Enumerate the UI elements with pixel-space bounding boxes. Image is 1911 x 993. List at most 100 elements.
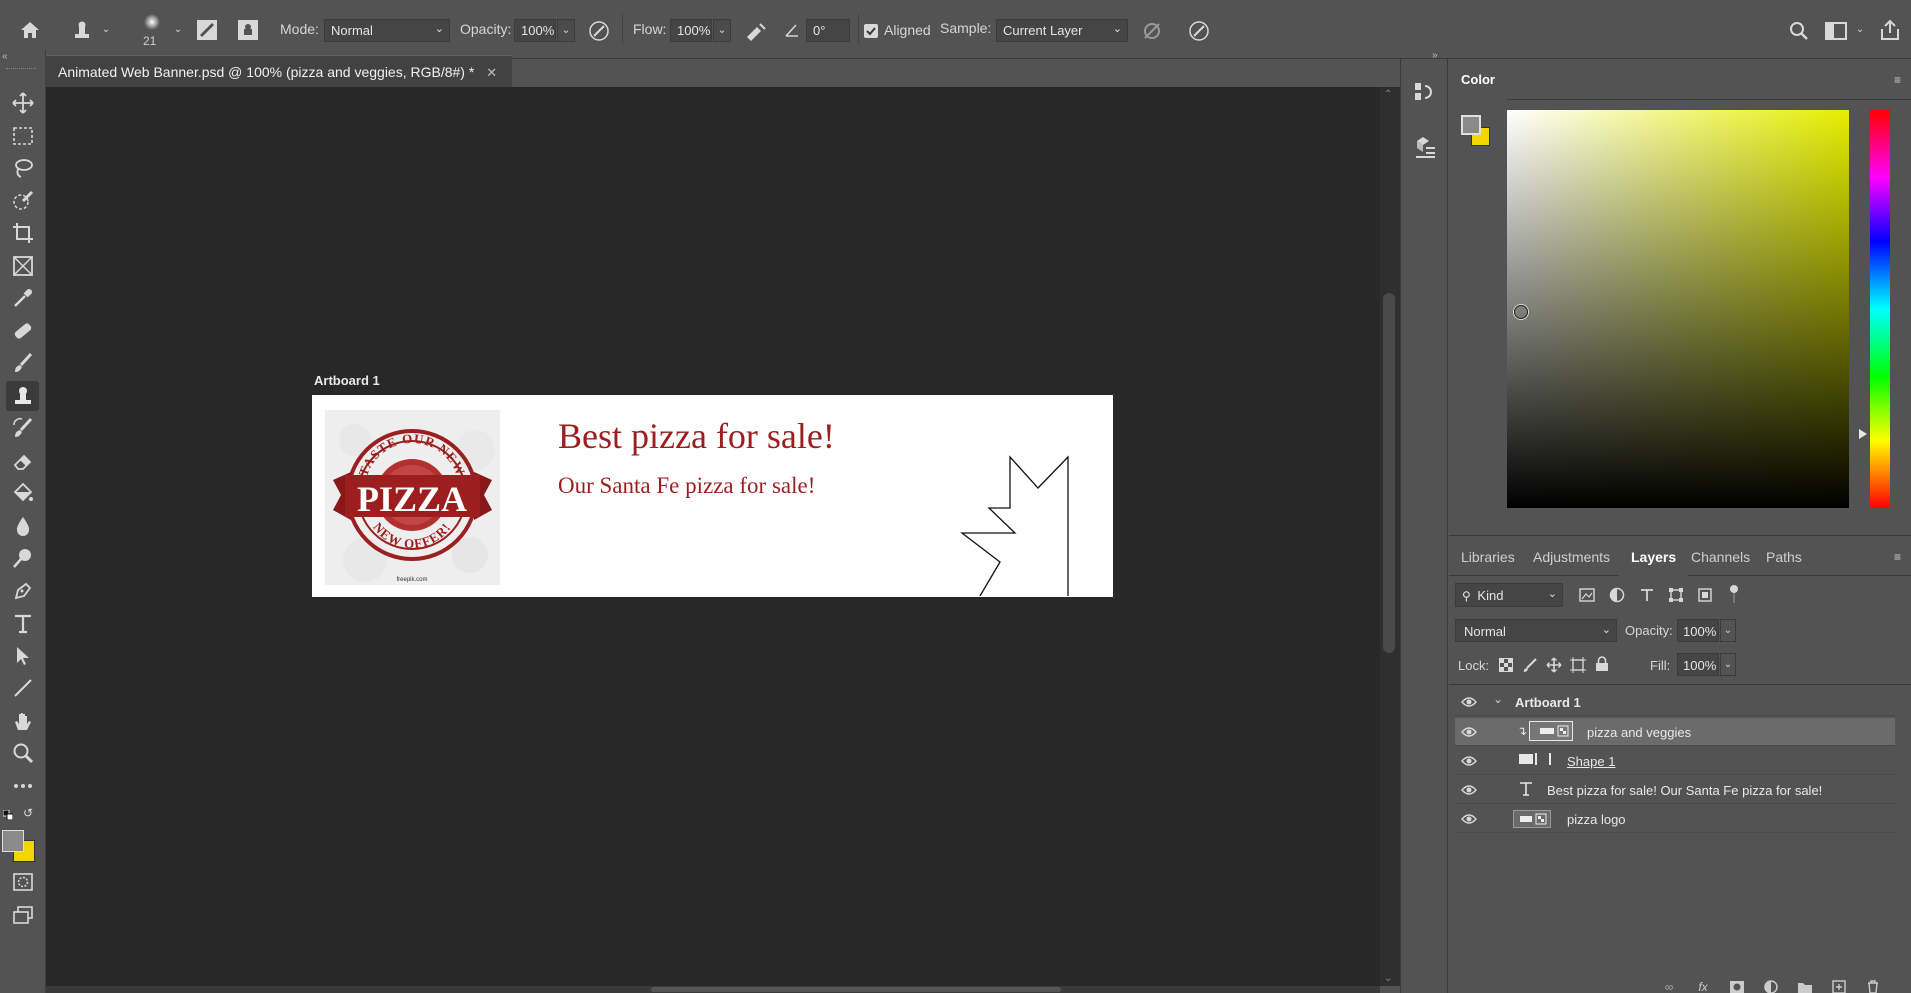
lock-position-icon[interactable] <box>1545 656 1563 674</box>
artboard-label[interactable]: Artboard 1 <box>314 373 380 388</box>
eye-icon[interactable] <box>1461 813 1477 828</box>
new-layer-icon[interactable] <box>1830 979 1848 993</box>
banner-subline[interactable]: Our Santa Fe pizza for sale! <box>558 473 815 499</box>
foreground-color-swatch[interactable] <box>1461 115 1481 135</box>
brush-tool-icon[interactable] <box>6 348 39 378</box>
filter-smart-object-icon[interactable] <box>1695 586 1715 604</box>
mode-select[interactable]: Normal ⌄ <box>324 19 450 42</box>
airbrush-icon[interactable] <box>742 18 770 44</box>
new-adjustment-layer-icon[interactable] <box>1762 979 1780 993</box>
eraser-tool-icon[interactable] <box>6 446 39 476</box>
color-field[interactable] <box>1507 110 1849 508</box>
clone-stamp-tool-icon[interactable] <box>6 381 39 411</box>
home-icon[interactable] <box>16 16 44 44</box>
fill-dropdown[interactable]: ⌄ <box>1720 653 1736 676</box>
vertical-scroll-thumb[interactable] <box>1383 293 1395 653</box>
tab-libraries[interactable]: Libraries <box>1449 536 1527 577</box>
layer-row-shape-1[interactable]: Shape 1 <box>1455 747 1895 775</box>
marquee-tool-icon[interactable] <box>6 121 39 151</box>
layers-panel-menu-icon[interactable]: ≡ <box>1894 550 1901 564</box>
collapse-toolbar-icon[interactable]: « <box>2 51 8 62</box>
move-tool-icon[interactable] <box>6 88 39 118</box>
layer-row-artboard[interactable]: ⌄ Artboard 1 <box>1455 688 1895 716</box>
eye-icon[interactable] <box>1461 784 1477 799</box>
layer-filter-select[interactable]: ⚲ Kind ⌄ <box>1455 583 1563 607</box>
color-panel-menu-icon[interactable]: ≡ <box>1894 73 1901 87</box>
tab-channels[interactable]: Channels <box>1679 536 1762 577</box>
quick-mask-icon[interactable] <box>6 867 39 897</box>
delete-layer-icon[interactable] <box>1864 979 1882 993</box>
screen-mode-icon[interactable] <box>6 900 39 930</box>
chevron-down-icon[interactable]: ⌄ <box>1493 692 1503 706</box>
eye-icon[interactable] <box>1461 696 1477 711</box>
type-tool-icon[interactable] <box>6 608 39 638</box>
opacity-input[interactable]: 100% <box>514 19 556 42</box>
layer-row-pizza-and-veggies[interactable]: ↴ pizza and veggies <box>1455 718 1895 746</box>
lock-pixels-icon[interactable] <box>1521 656 1539 674</box>
frame-tool-icon[interactable] <box>6 251 39 281</box>
zoom-tool-icon[interactable] <box>6 738 39 768</box>
filter-pixel-icon[interactable] <box>1577 586 1597 604</box>
blend-mode-select[interactable]: Normal ⌄ <box>1455 619 1617 642</box>
swap-colors-icon[interactable]: ↺ <box>23 806 33 820</box>
eye-icon[interactable] <box>1461 755 1477 770</box>
add-mask-icon[interactable] <box>1728 980 1746 993</box>
clone-source-icon[interactable] <box>235 18 261 42</box>
toolbar-grip[interactable] <box>6 68 36 70</box>
scroll-down-icon[interactable]: ⌄ <box>1384 973 1392 984</box>
pressure-size-icon[interactable] <box>1186 18 1212 44</box>
new-group-icon[interactable] <box>1796 980 1814 993</box>
lock-transparency-icon[interactable] <box>1497 656 1515 674</box>
collapse-panels-icon[interactable]: » <box>1432 50 1438 61</box>
shape-1-outline[interactable] <box>960 452 1115 598</box>
path-selection-tool-icon[interactable] <box>6 641 39 671</box>
healing-brush-tool-icon[interactable] <box>6 316 39 346</box>
tab-layers[interactable]: Layers <box>1619 536 1689 577</box>
chevron-down-icon[interactable]: ⌄ <box>1854 22 1866 36</box>
crop-tool-icon[interactable] <box>6 218 39 248</box>
lasso-tool-icon[interactable] <box>6 153 39 183</box>
pen-tool-icon[interactable] <box>6 576 39 606</box>
foreground-color-swatch[interactable] <box>2 830 24 852</box>
filter-type-icon[interactable] <box>1637 586 1657 604</box>
layer-row-pizza-logo[interactable]: pizza logo <box>1455 805 1895 833</box>
flow-input[interactable]: 100% <box>670 19 712 42</box>
layer-opacity-dropdown[interactable]: ⌄ <box>1720 619 1736 642</box>
pressure-opacity-icon[interactable] <box>586 18 612 44</box>
filter-toggle-icon[interactable] <box>1730 585 1738 593</box>
aligned-checkbox[interactable] <box>864 24 878 38</box>
brush-settings-icon[interactable] <box>194 18 220 42</box>
document-tab[interactable]: Animated Web Banner.psd @ 100% (pizza an… <box>46 55 512 87</box>
blur-tool-icon[interactable] <box>6 511 39 541</box>
scroll-up-icon[interactable]: ⌃ <box>1384 89 1392 100</box>
dodge-tool-icon[interactable] <box>6 543 39 573</box>
hue-slider[interactable] <box>1870 110 1890 508</box>
line-tool-icon[interactable] <box>6 673 39 703</box>
tab-color[interactable]: Color <box>1449 59 1507 100</box>
chevron-down-icon[interactable]: ⌄ <box>100 22 112 36</box>
clone-stamp-preset-icon[interactable] <box>68 16 96 44</box>
search-icon[interactable] <box>1786 18 1812 44</box>
color-picker-cursor[interactable] <box>1514 305 1528 319</box>
paint-bucket-tool-icon[interactable] <box>6 478 39 508</box>
tab-paths[interactable]: Paths <box>1754 536 1814 577</box>
close-tab-icon[interactable]: ✕ <box>486 65 497 80</box>
eyedropper-tool-icon[interactable] <box>6 283 39 313</box>
properties-panel-icon[interactable] <box>1413 133 1439 161</box>
hue-slider-marker[interactable] <box>1859 429 1867 439</box>
layer-row-text[interactable]: Best pizza for sale! Our Santa Fe pizza … <box>1455 776 1895 804</box>
layer-opacity-input[interactable]: 100% <box>1677 619 1719 642</box>
pizza-logo-image[interactable]: PIZZA TASTE OUR NEW NEW OFFER! freepik.c… <box>325 410 500 585</box>
lock-all-icon[interactable] <box>1593 655 1611 673</box>
link-layers-icon[interactable]: ∞ <box>1660 980 1678 993</box>
ignore-adjustment-layers-icon[interactable] <box>1139 18 1165 44</box>
eye-icon[interactable] <box>1461 726 1477 741</box>
filter-adjustment-icon[interactable] <box>1607 586 1627 604</box>
quick-selection-tool-icon[interactable] <box>6 186 39 216</box>
history-brush-tool-icon[interactable] <box>6 413 39 443</box>
horizontal-scrollbar[interactable] <box>46 986 1380 993</box>
fx-icon[interactable]: fx <box>1694 980 1712 993</box>
angle-input[interactable]: 0° <box>806 19 850 42</box>
banner-headline[interactable]: Best pizza for sale! <box>558 415 835 457</box>
workspace-icon[interactable] <box>1822 18 1850 44</box>
